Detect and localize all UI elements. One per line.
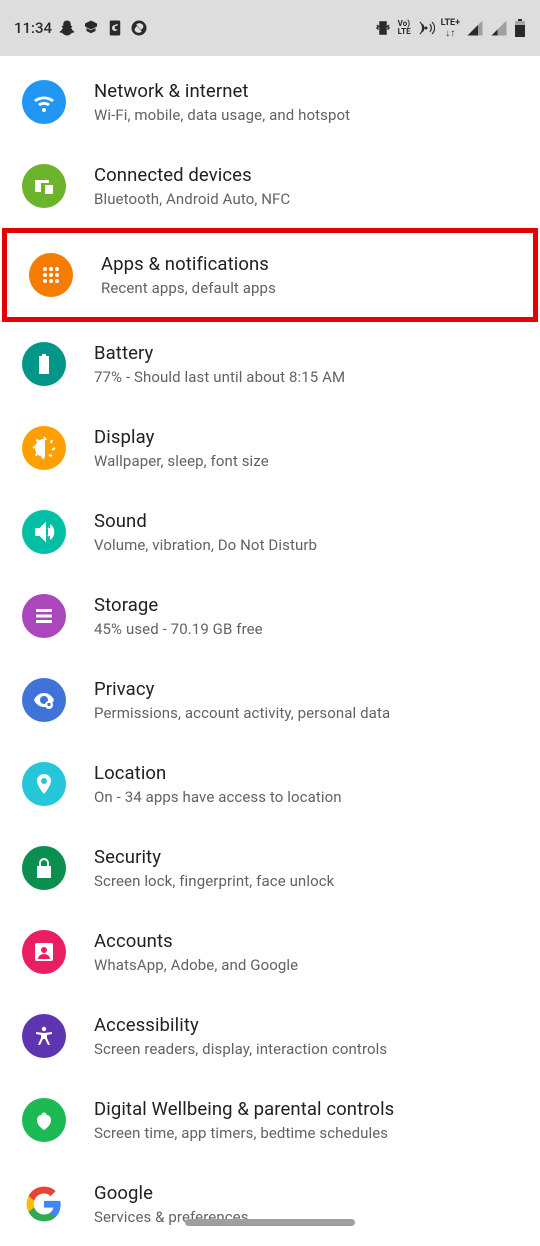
row-subtitle: Permissions, account activity, personal … xyxy=(94,704,518,722)
row-text: Connected devices Bluetooth, Android Auto… xyxy=(94,164,518,208)
settings-row-battery[interactable]: Battery 77% - Should last until about 8:1… xyxy=(0,322,540,406)
lte-plus-icon: LTE+↓↑ xyxy=(441,18,460,39)
row-subtitle: Screen readers, display, interaction con… xyxy=(94,1040,518,1058)
devices-icon xyxy=(22,164,66,208)
settings-row-privacy[interactable]: Privacy Permissions, account activity, pe… xyxy=(0,658,540,742)
settings-row-google[interactable]: GoogleServices & preferences xyxy=(0,1162,540,1246)
row-title: Network & internet xyxy=(94,80,518,102)
row-subtitle: WhatsApp, Adobe, and Google xyxy=(94,956,518,974)
volte-icon: Vo)LTE xyxy=(398,20,411,36)
status-time: 11:34 xyxy=(14,19,52,37)
row-subtitle: Bluetooth, Android Auto, NFC xyxy=(94,190,518,208)
settings-row-wellbeing[interactable]: Digital Wellbeing & parental controls Scr… xyxy=(0,1078,540,1162)
settings-row-apps[interactable]: Apps & notifications Recent apps, default… xyxy=(7,233,533,317)
row-text: Accounts WhatsApp, Adobe, and Google xyxy=(94,930,518,974)
row-text: Privacy Permissions, account activity, pe… xyxy=(94,678,518,722)
row-title: Accessibility xyxy=(94,1014,518,1036)
location-icon xyxy=(22,762,66,806)
settings-row-sound[interactable]: Sound Volume, vibration, Do Not Disturb xyxy=(0,490,540,574)
row-title: Storage xyxy=(94,594,518,616)
settings-row-security[interactable]: Security Screen lock, fingerprint, face u… xyxy=(0,826,540,910)
settings-row-devices[interactable]: Connected devices Bluetooth, Android Auto… xyxy=(0,144,540,228)
row-subtitle: Screen time, app timers, bedtime schedul… xyxy=(94,1124,518,1142)
row-subtitle: Wallpaper, sleep, font size xyxy=(94,452,518,470)
row-title: Apps & notifications xyxy=(101,253,511,275)
a11y-icon xyxy=(22,1014,66,1058)
row-text: Security Screen lock, fingerprint, face u… xyxy=(94,846,518,890)
settings-row-location[interactable]: Location On - 34 apps have access to loca… xyxy=(0,742,540,826)
row-text: Network & internet Wi-Fi, mobile, data us… xyxy=(94,80,518,124)
row-title: Accounts xyxy=(94,930,518,952)
row-text: Display Wallpaper, sleep, font size xyxy=(94,426,518,470)
status-left: 11:34 xyxy=(14,19,148,37)
row-text: Location On - 34 apps have access to loca… xyxy=(94,762,518,806)
row-title: Security xyxy=(94,846,518,868)
settings-list: Network & internet Wi-Fi, mobile, data us… xyxy=(0,56,540,1246)
privacy-icon xyxy=(22,678,66,722)
signal-icon-1 xyxy=(466,19,484,37)
status-bar: 11:34 Vo)LTE LTE+↓↑ xyxy=(0,0,540,56)
row-subtitle: 77% - Should last until about 8:15 AM xyxy=(94,368,518,386)
google-icon xyxy=(22,1182,66,1226)
settings-row-network[interactable]: Network & internet Wi-Fi, mobile, data us… xyxy=(0,60,540,144)
display-icon xyxy=(22,426,66,470)
accounts-icon xyxy=(22,930,66,974)
row-text: Sound Volume, vibration, Do Not Disturb xyxy=(94,510,518,554)
row-subtitle: Screen lock, fingerprint, face unlock xyxy=(94,872,518,890)
settings-row-a11y[interactable]: Accessibility Screen readers, display, in… xyxy=(0,994,540,1078)
security-icon xyxy=(22,846,66,890)
settings-row-storage[interactable]: Storage 45% used - 70.19 GB free xyxy=(0,574,540,658)
apps-icon xyxy=(29,253,73,297)
snapchat-icon xyxy=(58,19,76,37)
signal-icon-2 xyxy=(490,19,508,37)
row-text: Battery 77% - Should last until about 8:1… xyxy=(94,342,518,386)
row-subtitle: Wi-Fi, mobile, data usage, and hotspot xyxy=(94,106,518,124)
network-icon xyxy=(22,80,66,124)
row-title: Sound xyxy=(94,510,518,532)
row-title: Digital Wellbeing & parental controls xyxy=(94,1098,518,1120)
navigation-pill[interactable] xyxy=(185,1219,355,1226)
row-title: Battery xyxy=(94,342,518,364)
row-title: Google xyxy=(94,1182,518,1204)
row-text: Digital Wellbeing & parental controls Scr… xyxy=(94,1098,518,1142)
row-title: Connected devices xyxy=(94,164,518,186)
row-subtitle: Volume, vibration, Do Not Disturb xyxy=(94,536,518,554)
battery-icon xyxy=(22,342,66,386)
hotspot-icon xyxy=(417,19,435,37)
storage-icon xyxy=(22,594,66,638)
row-text: Accessibility Screen readers, display, in… xyxy=(94,1014,518,1058)
status-right: Vo)LTE LTE+↓↑ xyxy=(374,18,526,39)
phone-refresh-icon xyxy=(106,19,124,37)
vibrate-icon xyxy=(374,19,392,37)
printer-icon xyxy=(82,19,100,37)
row-subtitle: Recent apps, default apps xyxy=(101,279,511,297)
wellbeing-icon xyxy=(22,1098,66,1142)
row-subtitle: On - 34 apps have access to location xyxy=(94,788,518,806)
settings-row-display[interactable]: Display Wallpaper, sleep, font size xyxy=(0,406,540,490)
battery-icon xyxy=(514,19,526,37)
row-text: Storage 45% used - 70.19 GB free xyxy=(94,594,518,638)
row-title: Location xyxy=(94,762,518,784)
row-text: Apps & notifications Recent apps, default… xyxy=(101,253,511,297)
settings-row-accounts[interactable]: Accounts WhatsApp, Adobe, and Google xyxy=(0,910,540,994)
sound-icon xyxy=(22,510,66,554)
row-subtitle: 45% used - 70.19 GB free xyxy=(94,620,518,638)
shazam-icon xyxy=(130,19,148,37)
row-title: Display xyxy=(94,426,518,448)
row-title: Privacy xyxy=(94,678,518,700)
